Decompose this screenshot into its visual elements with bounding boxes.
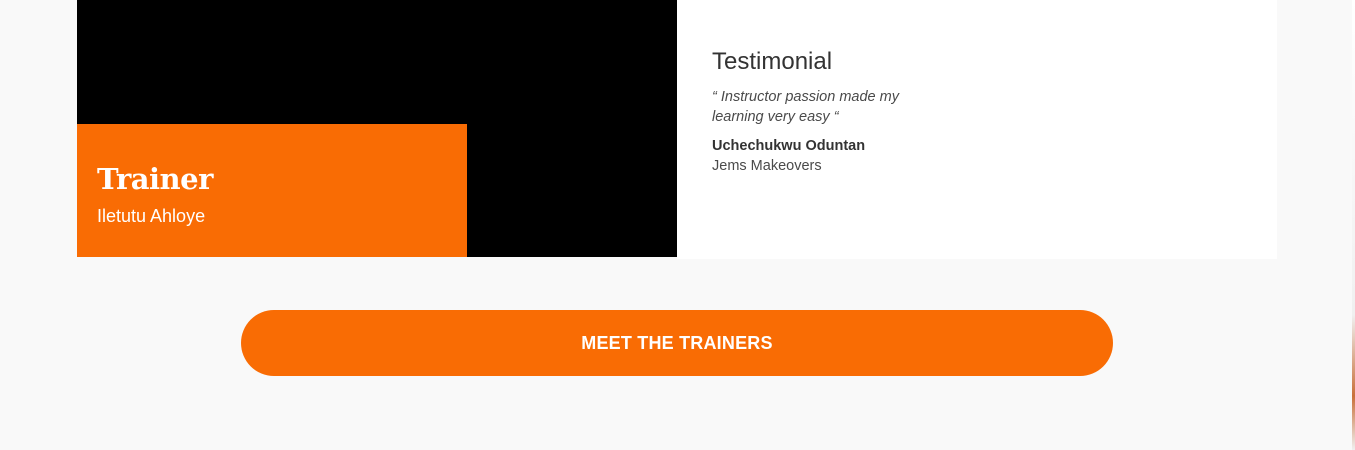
testimonial-author: Uchechukwu Oduntan [712,138,866,154]
testimonial-panel: Testimonial “ Instructor passion made my… [677,0,1277,259]
trainer-info-box: Trainer Iletutu Ahloye [77,124,467,257]
meet-the-trainers-label: MEET THE TRAINERS [581,332,773,353]
testimonial-heading: Testimonial [712,48,833,75]
meet-the-trainers-button[interactable]: MEET THE TRAINERS [241,310,1113,376]
testimonial-company: Jems Makeovers [712,158,822,174]
trainer-name: Iletutu Ahloye [97,206,206,226]
testimonial-quote: “ Instructor passion made my learning ve… [712,89,899,125]
trainer-media: Trainer Iletutu Ahloye [77,0,677,257]
trainer-title: Trainer [97,162,213,196]
trainer-testimonial-card: Trainer Iletutu Ahloye Testimonial “ Ins… [77,0,1277,259]
